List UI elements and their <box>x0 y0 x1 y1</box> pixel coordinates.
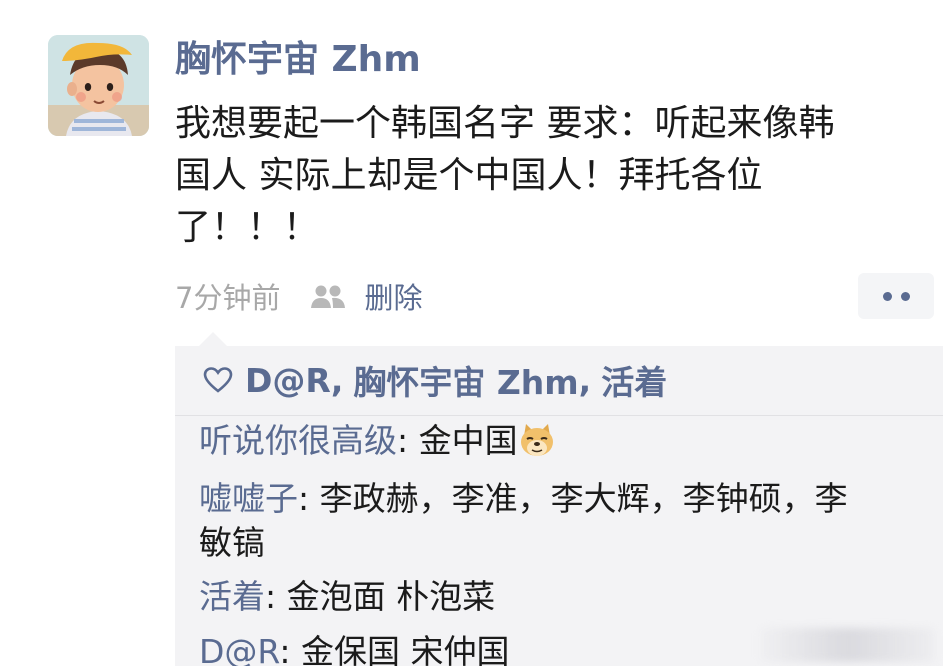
like-name[interactable]: 胸怀宇宙 Zhm <box>353 356 578 404</box>
comment-line: 敏镐 <box>199 523 265 562</box>
moment-post: 胸怀宇宙 Zhm 我想要起一个韩国名字 要求：听起来像韩 国人 实际上却是个中国… <box>0 0 943 666</box>
comment-item[interactable]: 嘘嘘子: 李政赫，李准，李大辉，李钟硕，李 敏镐 <box>199 477 919 565</box>
like-separator: , <box>330 360 344 400</box>
doge-emoji-icon <box>518 422 556 458</box>
comment-text: 金中国 <box>418 421 518 460</box>
comment-item[interactable]: 听说你很高级: 金中国 <box>199 419 919 463</box>
post-time: 7分钟前 <box>175 281 281 315</box>
more-dots-icon <box>882 291 892 301</box>
post-text-line: 了！！！ <box>175 207 320 248</box>
comments-panel: D@R, 胸怀宇宙 Zhm, 活着 听说你很高级: 金中国 嘘嘘子: 李政赫，李… <box>175 332 943 666</box>
comment-line: 听说你很高级: 金中国 <box>199 419 919 463</box>
post-text: 我想要起一个韩国名字 要求：听起来像韩 国人 实际上却是个中国人！拜托各位 了！… <box>175 98 935 254</box>
heart-outline-icon <box>203 367 233 393</box>
post-author-name[interactable]: 胸怀宇宙 Zhm <box>175 36 421 84</box>
comment-text: 金保国 宋仲国 <box>300 632 510 666</box>
more-dots-icon <box>900 291 910 301</box>
post-meta: 7分钟前 删除 <box>175 274 422 318</box>
comment-line: 嘘嘘子: 李政赫，李准，李大辉，李钟硕，李 <box>199 477 919 521</box>
cartoon-boy-avatar-icon <box>48 35 149 136</box>
comment-author[interactable]: 听说你很高级 <box>199 421 397 460</box>
divider <box>175 415 943 416</box>
comment-author[interactable]: 活着 <box>199 577 265 616</box>
post-text-line: 我想要起一个韩国名字 要求：听起来像韩 <box>175 103 835 144</box>
comment-text: 李政赫，李准，李大辉，李钟硕，李 <box>319 479 848 518</box>
like-name[interactable]: 活着 <box>601 356 667 404</box>
likes-row: D@R, 胸怀宇宙 Zhm, 活着 <box>203 356 667 404</box>
comment-colon: : <box>279 632 291 666</box>
blurred-watermark <box>760 628 935 662</box>
delete-button[interactable]: 删除 <box>364 275 422 317</box>
comment-text: 金泡面 朴泡菜 <box>286 577 496 616</box>
comment-colon: : <box>397 421 409 460</box>
post-text-line: 国人 实际上却是个中国人！拜托各位 <box>175 155 763 196</box>
comment-colon: : <box>265 577 277 616</box>
more-button[interactable] <box>858 273 934 319</box>
comment-author[interactable]: D@R <box>199 632 279 666</box>
avatar[interactable] <box>48 35 149 136</box>
comment-item[interactable]: 活着: 金泡面 朴泡菜 <box>199 575 919 619</box>
comment-line: 活着: 金泡面 朴泡菜 <box>199 575 919 619</box>
friends-icon[interactable] <box>310 283 346 309</box>
comment-author[interactable]: 嘘嘘子 <box>199 479 298 518</box>
like-name[interactable]: D@R <box>245 361 331 400</box>
like-separator: , <box>578 360 592 400</box>
comment-colon: : <box>298 479 310 518</box>
